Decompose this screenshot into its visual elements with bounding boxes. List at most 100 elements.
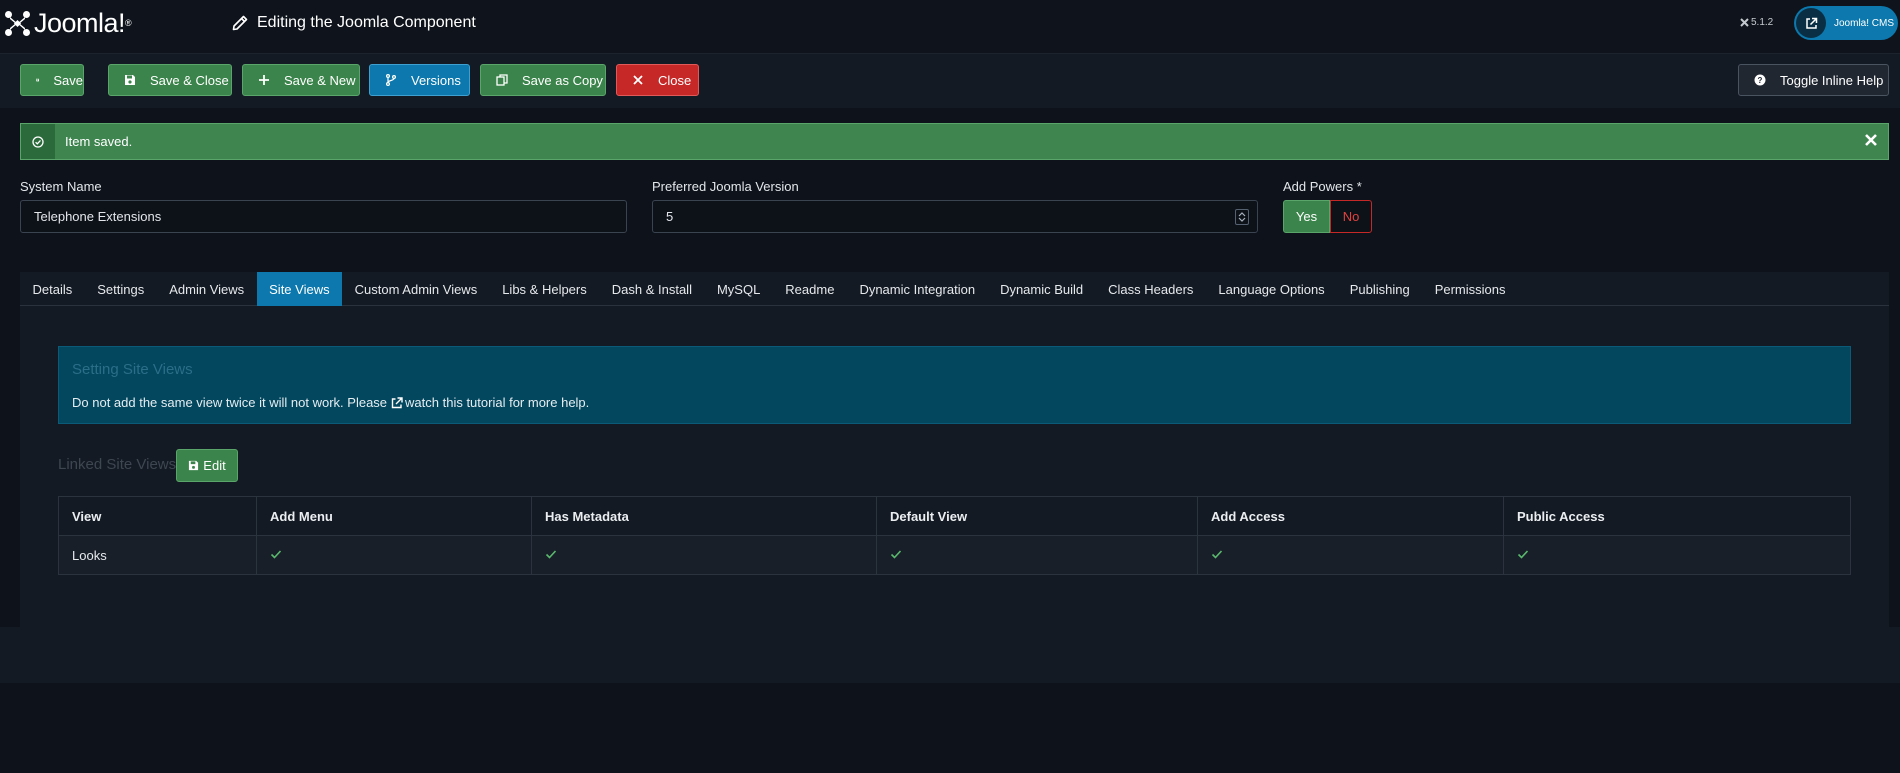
toggle-inline-help-button[interactable]: ? Toggle Inline Help xyxy=(1738,64,1889,96)
tab-site-views[interactable]: Site Views xyxy=(256,272,343,306)
tab-mysql[interactable]: MySQL xyxy=(704,272,772,306)
tab-bar: Details Settings Admin Views Site Views … xyxy=(20,272,1889,306)
joomla-logo-icon xyxy=(5,11,30,36)
linked-site-views-label: Linked Site Views xyxy=(58,456,177,473)
cell-add-access xyxy=(1197,535,1504,575)
save-button[interactable]: Save xyxy=(20,64,84,96)
joomla-version-value: 5 xyxy=(666,209,674,224)
tab-publishing[interactable]: Publishing xyxy=(1337,272,1422,306)
question-circle-icon: ? xyxy=(1754,74,1766,86)
table-row: Looks xyxy=(58,535,1851,575)
system-name-value: Telephone Extensions xyxy=(34,209,162,224)
toolbar: Save Save & Close Save & New Versions Sa… xyxy=(0,54,1900,108)
tab-dash-install[interactable]: Dash & Install xyxy=(599,272,704,306)
page-footer-band xyxy=(0,627,1900,683)
check-icon xyxy=(270,549,282,559)
add-powers-toggle: Yes No xyxy=(1283,200,1372,233)
close-icon xyxy=(633,75,643,85)
alert-message: Item saved. xyxy=(65,134,133,149)
column-header-add-access: Add Access xyxy=(1197,496,1504,536)
table-header-row: View Add Menu Has Metadata Default View … xyxy=(58,496,1851,536)
version-text: 5.1.2 xyxy=(1751,17,1774,28)
alert-close-button[interactable] xyxy=(1864,133,1878,150)
cell-public-access xyxy=(1503,535,1851,575)
stepper-arrows-icon xyxy=(1238,212,1246,222)
check-icon xyxy=(1517,549,1529,559)
external-link-icon xyxy=(391,396,403,408)
site-views-info-box: Setting Site Views Do not add the same v… xyxy=(58,346,1851,424)
check-icon xyxy=(1211,549,1223,559)
versions-button[interactable]: Versions xyxy=(369,64,470,96)
save-new-button[interactable]: Save & New xyxy=(242,64,360,96)
column-header-add-menu: Add Menu xyxy=(256,496,532,536)
tab-settings[interactable]: Settings xyxy=(85,272,157,306)
system-name-label: System Name xyxy=(20,179,102,194)
cell-view: Looks xyxy=(58,535,257,575)
external-link-icon xyxy=(1796,8,1826,38)
cell-has-metadata xyxy=(531,535,877,575)
save-as-copy-label: Save as Copy xyxy=(522,72,603,88)
info-title: Setting Site Views xyxy=(72,361,193,378)
version-badge: 5.1.2 xyxy=(1740,17,1773,28)
info-text-body: Do not add the same view twice it will n… xyxy=(72,395,388,410)
pencil-icon xyxy=(232,15,248,31)
add-powers-label: Add Powers * xyxy=(1283,179,1362,194)
check-icon xyxy=(545,549,557,559)
edit-label: Edit xyxy=(203,458,226,473)
site-link-label: Joomla! CMS xyxy=(1834,17,1895,29)
close-icon xyxy=(1865,134,1877,146)
copy-icon xyxy=(496,74,508,86)
floppy-disk-icon xyxy=(36,78,40,82)
joomla-version-label: Preferred Joomla Version xyxy=(652,179,799,194)
tab-custom-admin-views[interactable]: Custom Admin Views xyxy=(342,272,490,306)
toggle-inline-help-label: Toggle Inline Help xyxy=(1780,72,1884,88)
svg-text:?: ? xyxy=(1758,76,1763,85)
tab-libs-helpers[interactable]: Libs & Helpers xyxy=(490,272,600,306)
check-icon xyxy=(890,549,902,559)
tutorial-link[interactable]: watch this tutorial for more help. xyxy=(405,395,589,410)
site-link-button[interactable]: Joomla! CMS xyxy=(1794,6,1898,40)
column-header-has-metadata: Has Metadata xyxy=(531,496,877,536)
save-close-label: Save & Close xyxy=(150,72,229,88)
tab-class-headers[interactable]: Class Headers xyxy=(1096,272,1206,306)
versions-label: Versions xyxy=(411,72,461,88)
tab-language-options[interactable]: Language Options xyxy=(1206,272,1337,306)
tab-admin-views[interactable]: Admin Views xyxy=(157,272,257,306)
page-title-text: Editing the Joomla Component xyxy=(257,14,476,31)
add-powers-no-option[interactable]: No xyxy=(1330,200,1372,233)
cell-default-view xyxy=(876,535,1198,575)
app-header: Joomla!® Editing the Joomla Component 5.… xyxy=(0,0,1900,54)
column-header-default-view: Default View xyxy=(876,496,1198,536)
tab-dynamic-integration[interactable]: Dynamic Integration xyxy=(847,272,988,306)
number-stepper[interactable] xyxy=(1235,209,1249,225)
component-tabs-panel: Details Settings Admin Views Site Views … xyxy=(20,272,1889,627)
page-title: Editing the Joomla Component xyxy=(232,14,476,32)
tab-details[interactable]: Details xyxy=(20,272,85,306)
column-header-public-access: Public Access xyxy=(1503,496,1851,536)
tab-permissions[interactable]: Permissions xyxy=(1422,272,1518,306)
joomla-mini-icon xyxy=(1740,18,1749,27)
save-as-copy-button[interactable]: Save as Copy xyxy=(480,64,606,96)
edit-linked-views-button[interactable]: Edit xyxy=(176,449,238,482)
joomla-logo[interactable]: Joomla!® xyxy=(4,8,132,38)
add-powers-yes-option[interactable]: Yes xyxy=(1283,200,1330,233)
save-new-label: Save & New xyxy=(284,72,356,88)
close-label: Close xyxy=(658,72,692,88)
info-text: Do not add the same view twice it will n… xyxy=(72,395,589,410)
tab-dynamic-build[interactable]: Dynamic Build xyxy=(988,272,1096,306)
code-branch-icon xyxy=(386,74,396,86)
plus-icon xyxy=(259,75,269,85)
cell-add-menu xyxy=(256,535,532,575)
save-close-button[interactable]: Save & Close xyxy=(108,64,232,96)
close-button[interactable]: Close xyxy=(616,64,699,96)
floppy-disk-icon xyxy=(125,75,135,85)
linked-site-views-table: View Add Menu Has Metadata Default View … xyxy=(58,496,1851,575)
tab-readme[interactable]: Readme xyxy=(773,272,847,306)
system-name-input[interactable]: Telephone Extensions xyxy=(20,200,627,233)
floppy-disk-icon xyxy=(189,460,199,471)
logo-text: Joomla!® xyxy=(34,8,132,38)
save-label: Save xyxy=(53,72,83,88)
joomla-version-input[interactable]: 5 xyxy=(652,200,1258,233)
success-alert: Item saved. xyxy=(20,123,1889,160)
column-header-view: View xyxy=(58,496,257,536)
